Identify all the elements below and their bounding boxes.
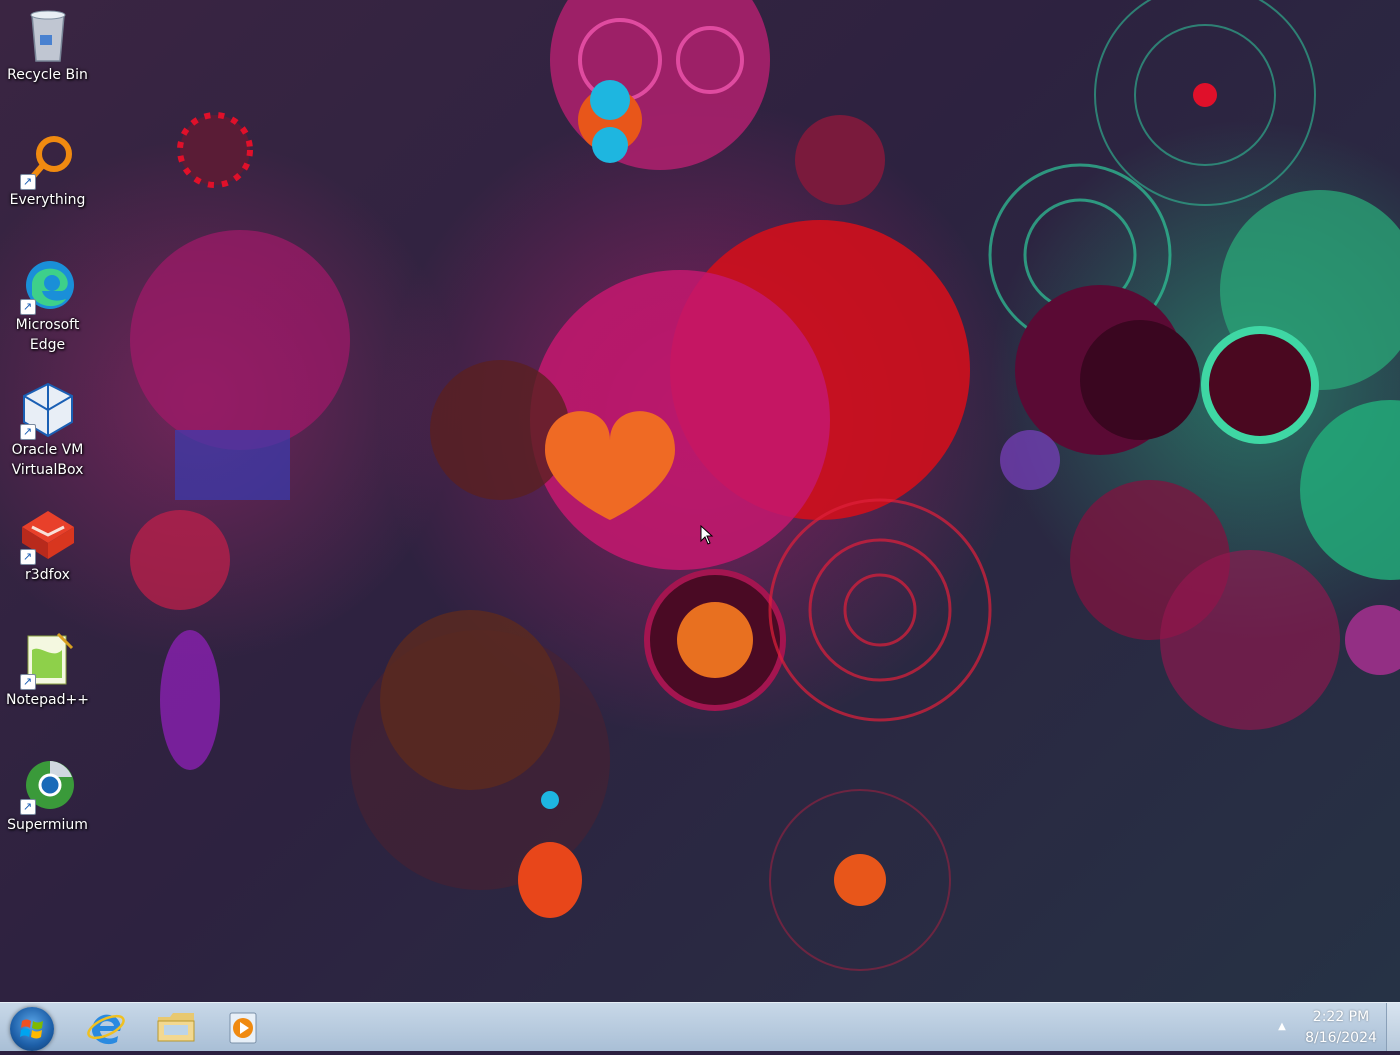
- everything-search-icon: ↗: [18, 130, 78, 190]
- shortcut-arrow-icon: ↗: [19, 424, 36, 440]
- shortcut-arrow-icon: ↗: [19, 799, 36, 815]
- clock-date: 8/16/2024: [1305, 1030, 1377, 1046]
- virtualbox-icon: ↗: [18, 380, 78, 440]
- desktop-icon-label: Notepad++: [6, 692, 89, 708]
- folder-icon: [157, 1013, 195, 1042]
- desktop-icon-everything[interactable]: ↗ Everything: [0, 130, 95, 210]
- show-desktop-button[interactable]: [1386, 1003, 1400, 1051]
- internet-explorer-icon: [87, 1014, 125, 1045]
- mouse-cursor-icon: [700, 524, 714, 549]
- shortcut-arrow-icon: ↗: [19, 174, 36, 190]
- shortcut-arrow-icon: ↗: [19, 549, 36, 565]
- r3dfox-icon: ↗: [18, 505, 78, 565]
- show-hidden-icons-button[interactable]: ▲: [1275, 1017, 1289, 1037]
- start-button[interactable]: [10, 1007, 54, 1051]
- desktop-icon-label: Recycle Bin: [7, 67, 88, 83]
- desktop-icon-r3dfox[interactable]: ↗ r3dfox: [0, 505, 95, 585]
- desktop-icon-microsoft-edge[interactable]: ↗ Microsoft Edge: [0, 255, 95, 355]
- taskbar: ▲ 2:22 PM 8/16/2024: [0, 1002, 1400, 1051]
- supermium-browser-icon: ↗: [18, 755, 78, 815]
- desktop-icon-label: Everything: [9, 192, 86, 208]
- taskbar-pinned-media-player[interactable]: [212, 1006, 272, 1048]
- taskbar-clock[interactable]: 2:22 PM 8/16/2024: [1296, 1007, 1386, 1049]
- desktop-icon-label: Oracle VM VirtualBox: [11, 442, 84, 478]
- desktop-icon-supermium[interactable]: ↗ Supermium: [0, 755, 95, 835]
- clock-time: 2:22 PM: [1312, 1009, 1370, 1025]
- taskbar-pinned-file-explorer[interactable]: [146, 1006, 206, 1048]
- shortcut-arrow-icon: ↗: [19, 674, 36, 690]
- shortcut-arrow-icon: ↗: [19, 299, 36, 315]
- windows-logo-icon: [20, 1019, 43, 1039]
- desktop-icon-label: Supermium: [7, 817, 88, 833]
- desktop-icon-label: Microsoft Edge: [15, 317, 80, 353]
- desktop-icon-notepad-plus-plus[interactable]: ↗ Notepad++: [0, 630, 95, 710]
- notepad-plus-plus-icon: ↗: [18, 630, 78, 690]
- recycle-bin-icon: [18, 5, 78, 65]
- taskbar-pinned-internet-explorer[interactable]: [76, 1006, 136, 1048]
- desktop-icon-recycle-bin[interactable]: Recycle Bin: [0, 5, 95, 85]
- desktop-icon-virtualbox[interactable]: ↗ Oracle VM VirtualBox: [0, 380, 95, 480]
- desktop-wallpaper: [0, 0, 1400, 1002]
- media-player-icon: [229, 1012, 257, 1044]
- desktop-icon-label: r3dfox: [25, 567, 70, 583]
- edge-browser-icon: ↗: [18, 255, 78, 315]
